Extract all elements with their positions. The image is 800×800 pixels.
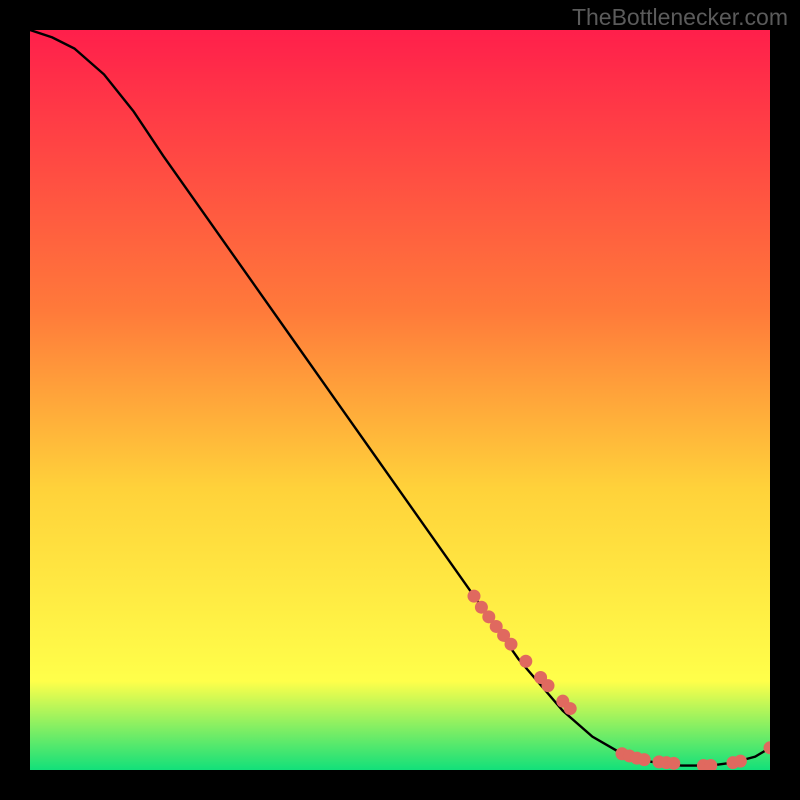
- plot-svg: [30, 30, 770, 770]
- marker-point: [564, 702, 577, 715]
- chart-stage: TheBottlenecker.com: [0, 0, 800, 800]
- marker-point: [638, 753, 651, 766]
- marker-point: [542, 679, 555, 692]
- watermark-text: TheBottlenecker.com: [572, 4, 788, 31]
- plot-area: [30, 30, 770, 770]
- gradient-background: [30, 30, 770, 770]
- marker-point: [667, 757, 680, 770]
- marker-point: [519, 655, 532, 668]
- marker-point: [505, 638, 518, 651]
- marker-point: [468, 590, 481, 603]
- marker-point: [734, 755, 747, 768]
